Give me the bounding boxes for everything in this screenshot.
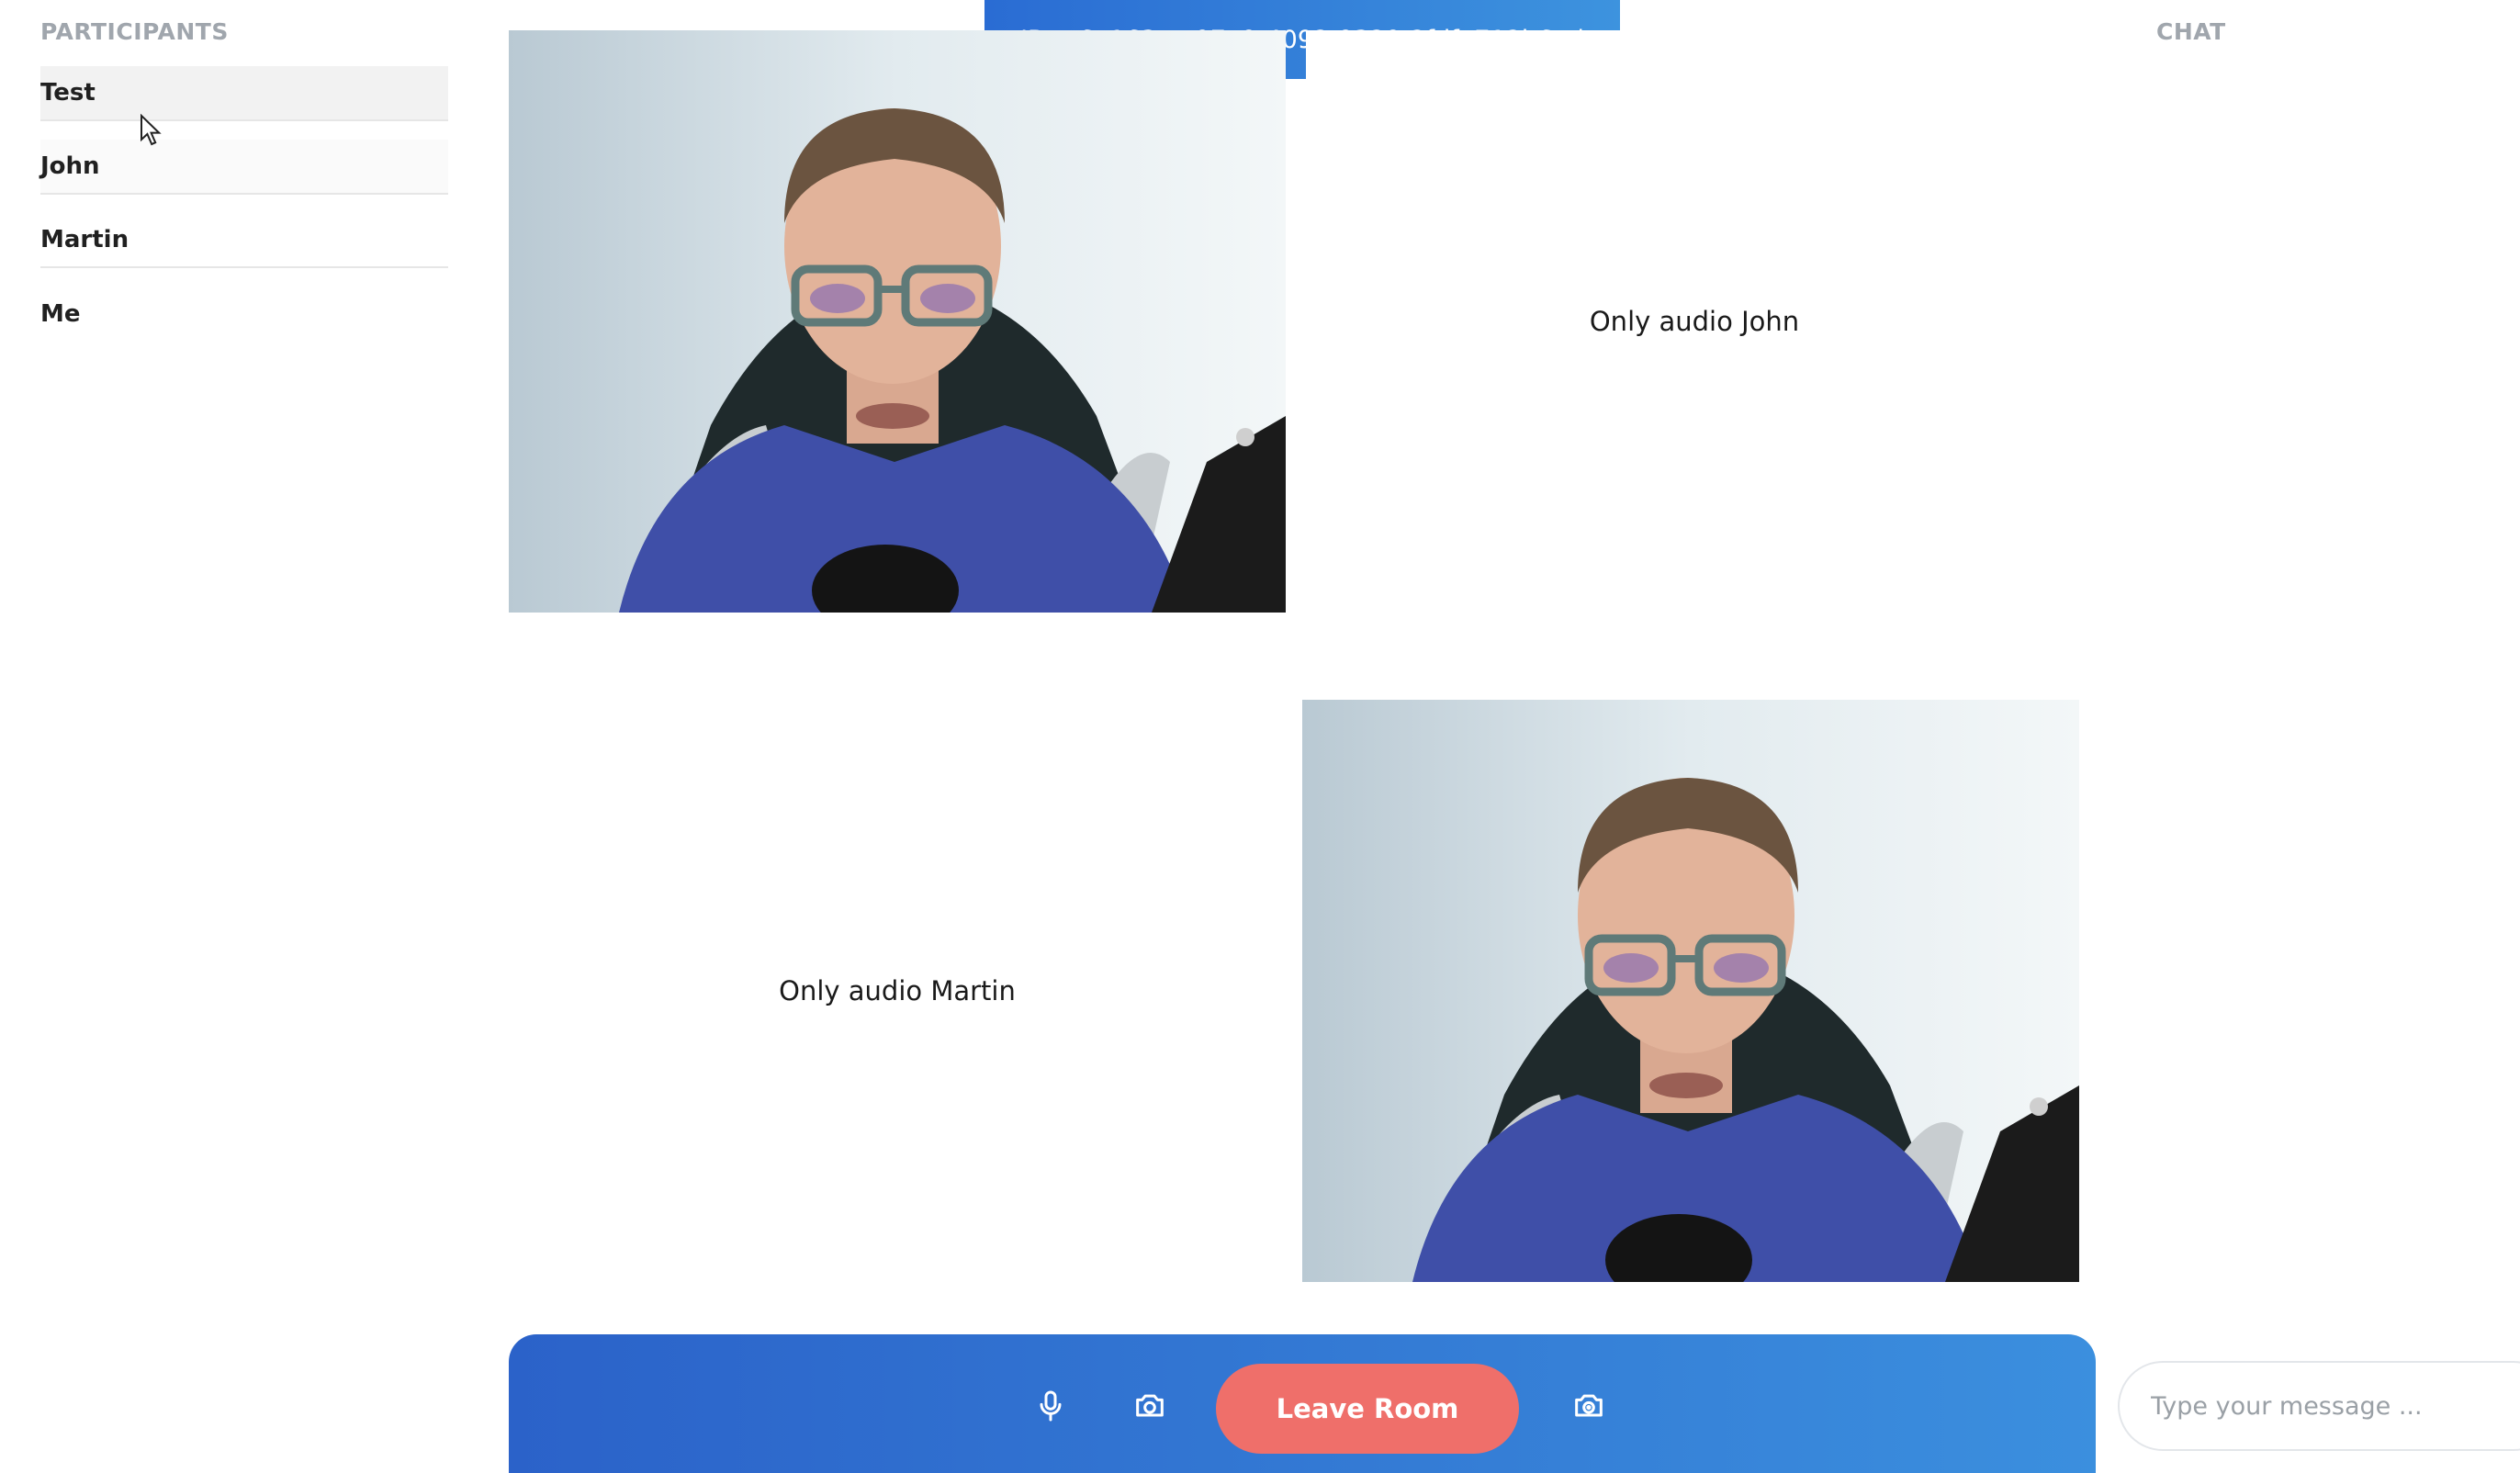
participants-panel: PARTICIPANTS Test John Martin Me <box>40 17 448 360</box>
chat-title: CHAT <box>2156 18 2226 45</box>
screen-share-icon[interactable] <box>1563 1380 1614 1432</box>
video-tile-me <box>1302 700 2079 1282</box>
participant-name: John <box>40 152 100 180</box>
video-tile-test <box>509 30 1286 613</box>
participant-name: Martin <box>40 226 129 253</box>
leave-room-button[interactable]: Leave Room <box>1216 1364 1519 1454</box>
participant-name: Test <box>40 79 96 107</box>
webcam-video <box>509 30 1286 613</box>
video-call-app: PARTICIPANTS Test John Martin Me ID: a6e… <box>0 0 2520 1473</box>
camera-icon[interactable] <box>1124 1380 1176 1432</box>
audio-tile-martin: Only audio Martin <box>509 700 1286 1282</box>
mouse-cursor-icon <box>141 114 162 146</box>
participant-item[interactable]: John <box>40 140 448 195</box>
participants-title: PARTICIPANTS <box>40 18 229 45</box>
webcam-video <box>1302 700 2079 1282</box>
audio-tile-john: Only audio John <box>1306 30 2083 613</box>
call-controls-bar: Leave Room <box>509 1334 2096 1473</box>
participant-name: Me <box>40 300 81 328</box>
participant-item[interactable]: Test <box>40 66 448 121</box>
only-audio-label: Only audio John <box>1306 30 2083 613</box>
only-audio-label: Only audio Martin <box>509 700 1286 1282</box>
chat-message-input[interactable] <box>2118 1361 2520 1451</box>
participant-item[interactable]: Me <box>40 287 448 342</box>
microphone-icon[interactable] <box>1025 1380 1076 1432</box>
participant-item[interactable]: Martin <box>40 213 448 268</box>
